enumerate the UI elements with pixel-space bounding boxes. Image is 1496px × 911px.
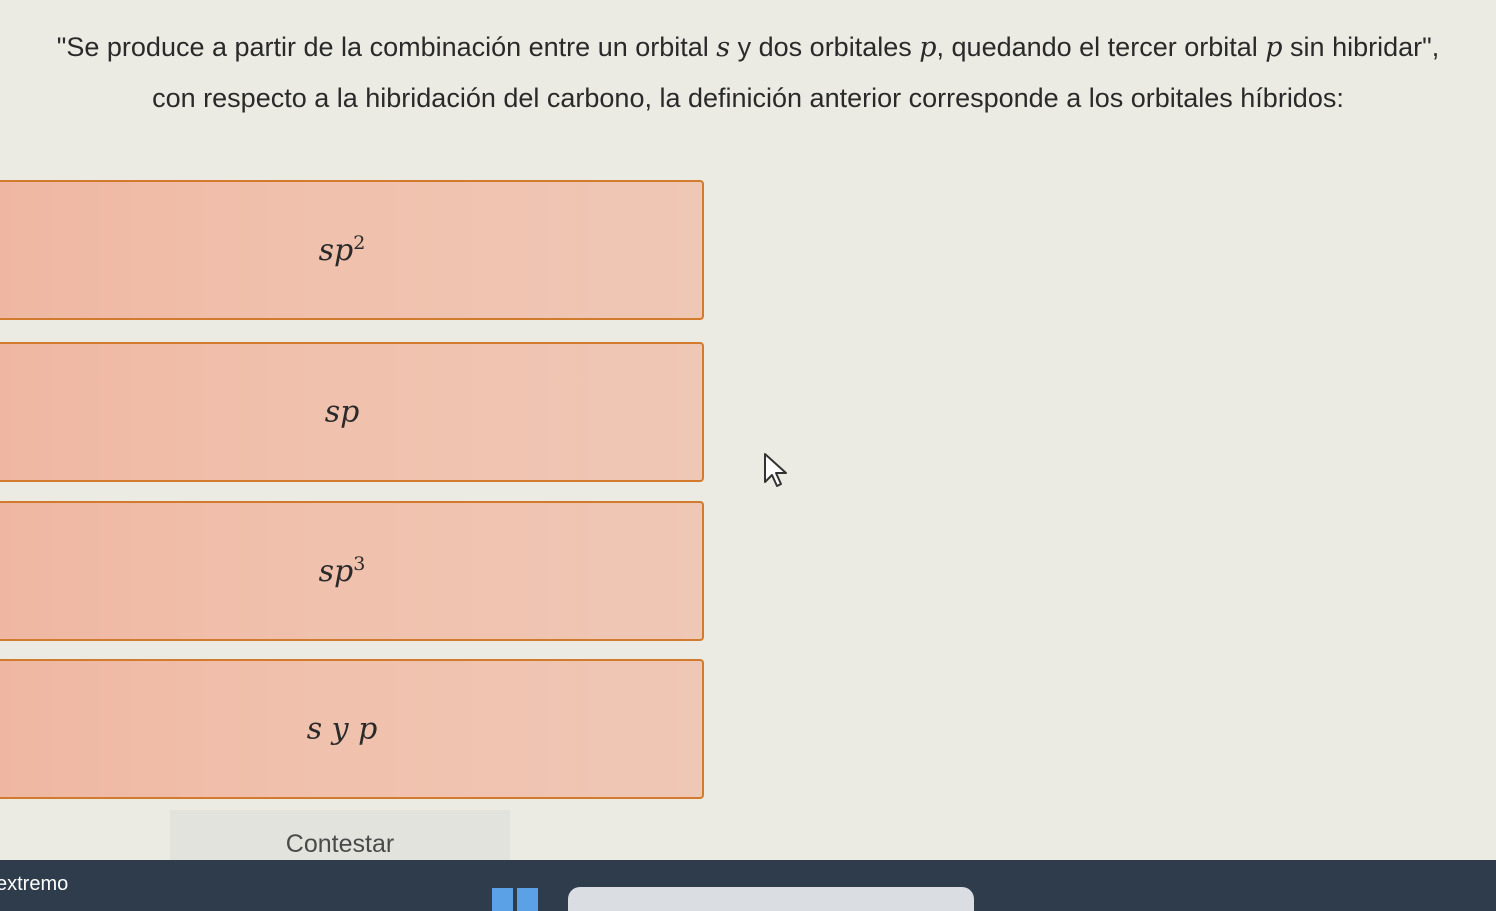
task-view-icon[interactable]	[492, 888, 538, 911]
mouse-cursor-icon	[764, 453, 787, 487]
option-label: sp3	[318, 553, 366, 589]
answer-option-sp3[interactable]: sp3	[0, 501, 704, 641]
answer-option-sp[interactable]: sp	[0, 342, 704, 482]
orbital-p-var: p	[919, 32, 937, 63]
answer-option-s-y-p[interactable]: s y p	[0, 659, 704, 799]
option-label: sp2	[318, 232, 366, 268]
orbital-s-var: s	[716, 32, 731, 63]
answer-option-sp2[interactable]: sp2	[0, 180, 704, 320]
taskbar-label: extremo	[0, 873, 69, 895]
question-text: "Se produce a partir de la combinación e…	[0, 22, 1496, 123]
question-line-2: con respecto a la hibridación del carbon…	[152, 83, 1344, 113]
option-label: s y p	[306, 711, 378, 747]
taskbar-search-box[interactable]	[568, 887, 974, 911]
orbital-p-var: p	[1265, 32, 1283, 63]
option-label: sp	[324, 394, 360, 430]
question-line-1: "Se produce a partir de la combinación e…	[56, 32, 1440, 63]
submit-button[interactable]: Contestar	[170, 810, 510, 862]
